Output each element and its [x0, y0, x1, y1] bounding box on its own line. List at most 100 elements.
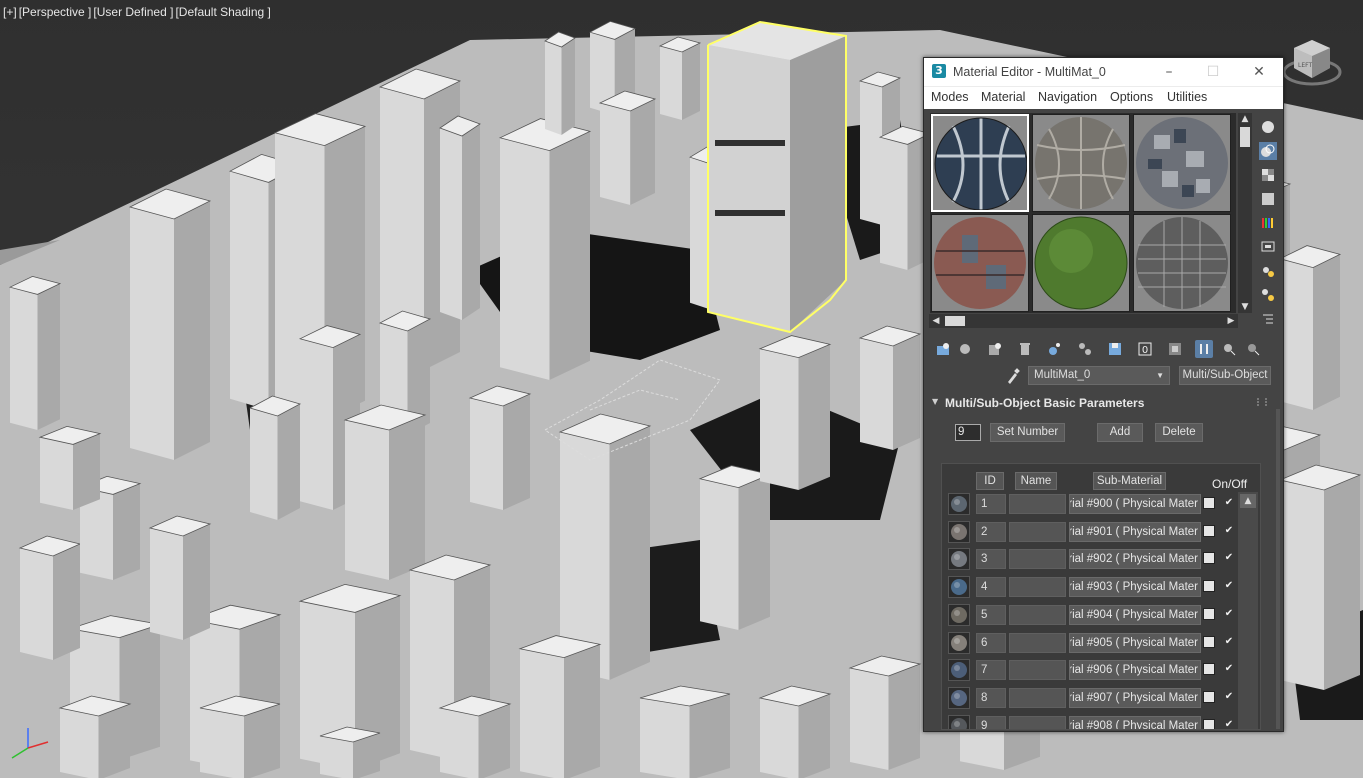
viewport-plus-menu[interactable]: [+] [3, 5, 17, 19]
slots-horizontal-scrollbar[interactable]: ◀ ▶ [929, 314, 1238, 328]
sub-material-button[interactable]: erial #905 ( Physical Mater [1069, 632, 1201, 653]
building[interactable] [1278, 245, 1342, 410]
sample-slot-2[interactable] [1032, 114, 1130, 212]
building[interactable] [858, 325, 922, 450]
sub-material-button[interactable]: erial #903 ( Physical Mater [1069, 577, 1201, 598]
sub-material-row[interactable]: 6 erial #905 ( Physical Mater ✔ [947, 631, 1260, 657]
sub-material-thumbnail[interactable] [948, 493, 970, 515]
sample-slot-3[interactable] [1133, 114, 1231, 212]
panel-scrollbar[interactable] [1276, 409, 1280, 729]
sub-material-on-checkbox[interactable]: ✔ [1223, 719, 1235, 729]
sample-slot-5[interactable] [1032, 214, 1130, 312]
backlight-icon[interactable] [1259, 142, 1277, 160]
slots-vertical-scrollbar[interactable]: ▲ ▼ [1238, 113, 1252, 313]
sub-material-on-checkbox[interactable]: ✔ [1223, 525, 1235, 537]
building[interactable] [1278, 464, 1362, 690]
sub-material-name-field[interactable] [1009, 632, 1066, 653]
sub-material-name-field[interactable] [1009, 521, 1066, 542]
building[interactable] [148, 515, 212, 640]
sub-material-row[interactable]: 9 erial #908 ( Physical Mater ✔ [947, 714, 1260, 729]
sub-material-id[interactable]: 3 [976, 549, 1006, 570]
sub-material-name-field[interactable] [1009, 660, 1066, 681]
building[interactable] [343, 404, 427, 580]
minimize-button[interactable]: – [1156, 62, 1182, 82]
sub-material-color-swatch[interactable] [1203, 552, 1215, 565]
rollout-header[interactable]: ▼ Multi/Sub-Object Basic Parameters [924, 393, 1281, 413]
building[interactable] [58, 695, 132, 778]
building[interactable] [658, 36, 702, 120]
building[interactable] [438, 695, 512, 778]
sample-uv-tiling-icon[interactable] [1259, 190, 1277, 208]
sub-material-name-field[interactable] [1009, 604, 1066, 625]
sub-material-id[interactable]: 7 [976, 660, 1006, 681]
building[interactable] [544, 31, 576, 135]
building[interactable] [18, 535, 82, 660]
sub-material-row[interactable]: 5 erial #904 ( Physical Mater ✔ [947, 603, 1260, 629]
title-bar[interactable]: 3 Material Editor - MultiMat_0 – ☐ ✕ [924, 58, 1283, 86]
sub-material-id[interactable]: 8 [976, 687, 1006, 708]
add-button[interactable]: Add [1097, 423, 1143, 442]
sub-material-id[interactable]: 5 [976, 604, 1006, 625]
sub-material-id[interactable]: 9 [976, 715, 1006, 729]
sub-material-name-field[interactable] [1009, 577, 1066, 598]
drag-grip-icon[interactable] [1257, 398, 1267, 406]
sub-material-thumbnail[interactable] [948, 548, 970, 571]
sub-material-on-checkbox[interactable]: ✔ [1223, 636, 1235, 648]
show-shaded-map-icon[interactable]: 0 [1136, 340, 1154, 358]
eyedropper-icon[interactable] [1006, 368, 1020, 384]
id-column-header[interactable]: ID [976, 472, 1004, 490]
viewcube-icon[interactable]: LEFT [1282, 34, 1342, 89]
background-icon[interactable] [1259, 166, 1277, 184]
sub-material-name-field[interactable] [1009, 549, 1066, 570]
close-button[interactable]: ✕ [1246, 62, 1272, 82]
scroll-up-icon[interactable]: ▲ [1238, 113, 1252, 125]
sub-material-on-checkbox[interactable]: ✔ [1223, 497, 1235, 509]
sub-material-on-checkbox[interactable]: ✔ [1223, 608, 1235, 620]
select-by-material-icon[interactable] [1259, 286, 1277, 304]
sub-material-button[interactable]: erial #907 ( Physical Mater [1069, 687, 1201, 708]
building[interactable] [758, 685, 832, 778]
sub-material-count-input[interactable]: 9 [955, 424, 981, 441]
sub-material-name-field[interactable] [1009, 687, 1066, 708]
menu-modes[interactable]: Modes [931, 90, 969, 104]
sub-material-row[interactable]: 7 erial #906 ( Physical Mater ✔ [947, 658, 1260, 684]
sub-material-thumbnail[interactable] [948, 576, 970, 599]
sub-material-name-field[interactable] [1009, 494, 1066, 514]
building[interactable] [248, 395, 302, 520]
building[interactable] [848, 655, 922, 770]
sub-material-id[interactable]: 1 [976, 494, 1006, 514]
viewport-pov-menu[interactable]: [Perspective ] [19, 5, 92, 19]
sub-material-button[interactable]: erial #906 ( Physical Mater [1069, 660, 1201, 681]
material-editor-window[interactable]: 3 Material Editor - MultiMat_0 – ☐ ✕ Mod… [923, 57, 1284, 732]
reset-map-icon[interactable] [1016, 340, 1034, 358]
building[interactable] [758, 335, 832, 490]
chevron-up-icon[interactable]: ▲ [1240, 494, 1256, 508]
viewport-camera-menu[interactable]: [User Defined ] [93, 5, 173, 19]
sub-material-color-swatch[interactable] [1203, 690, 1215, 703]
sample-slot-1[interactable] [931, 114, 1029, 212]
make-unique-icon[interactable] [1046, 340, 1064, 358]
building[interactable] [8, 275, 62, 430]
delete-button[interactable]: Delete [1155, 423, 1203, 442]
sub-material-color-swatch[interactable] [1203, 718, 1215, 729]
sub-material-column-header[interactable]: Sub-Material [1093, 472, 1166, 490]
material-id-channel-icon[interactable] [1106, 340, 1124, 358]
sub-material-button[interactable]: erial #901 ( Physical Mater [1069, 521, 1201, 542]
sub-material-color-swatch[interactable] [1203, 663, 1215, 676]
building[interactable] [439, 115, 481, 320]
sub-material-thumbnail[interactable] [948, 659, 970, 682]
sub-material-on-checkbox[interactable]: ✔ [1223, 663, 1235, 675]
material-options-icon[interactable] [1259, 262, 1277, 280]
make-preview-icon[interactable] [1259, 238, 1277, 256]
menu-material[interactable]: Material [981, 90, 1025, 104]
collapse-triangle-icon[interactable]: ▼ [932, 397, 938, 406]
sub-material-on-checkbox[interactable]: ✔ [1223, 580, 1235, 592]
show-end-result-icon[interactable] [1166, 340, 1184, 358]
building[interactable] [128, 188, 212, 460]
sub-material-thumbnail[interactable] [948, 714, 970, 729]
scroll-thumb[interactable] [1240, 127, 1250, 147]
sub-material-id[interactable]: 6 [976, 632, 1006, 653]
sub-material-on-checkbox[interactable]: ✔ [1223, 552, 1235, 564]
sample-slot-4[interactable] [931, 214, 1029, 312]
menu-utilities[interactable]: Utilities [1167, 90, 1207, 104]
